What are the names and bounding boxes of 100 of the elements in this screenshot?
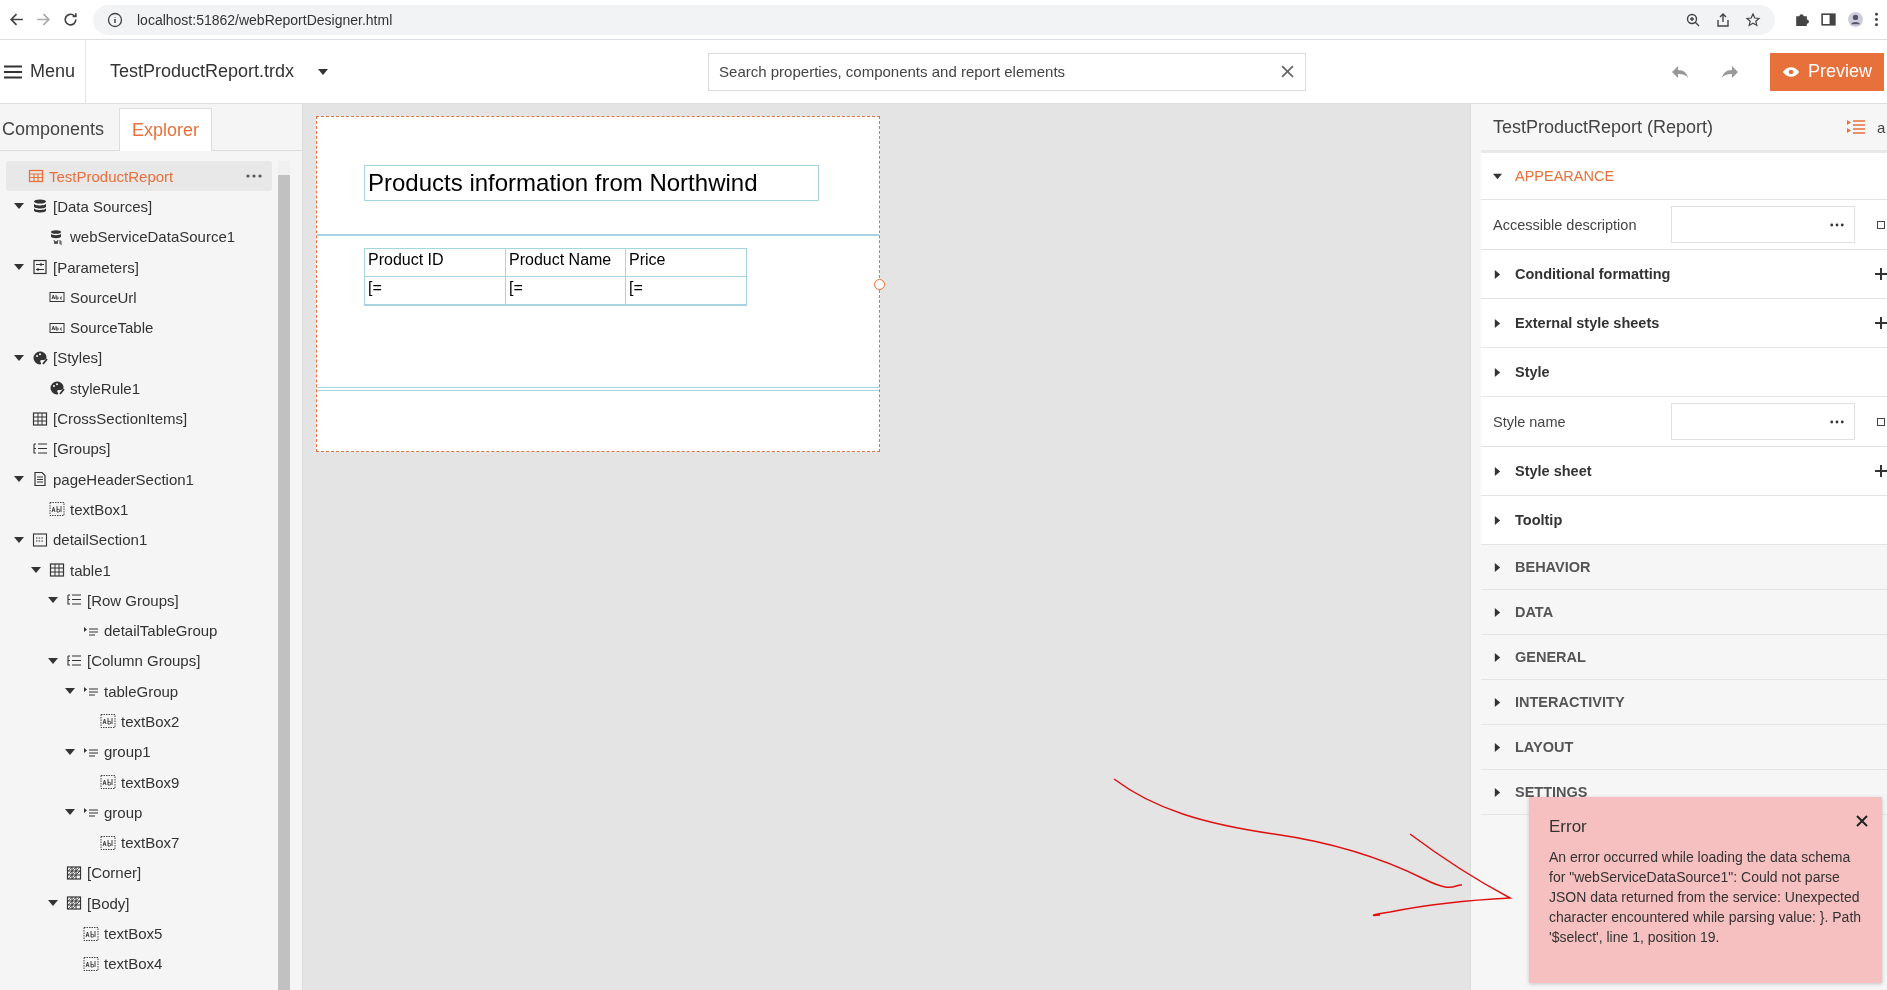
tree-item[interactable]: [Column Groups]	[6, 645, 272, 677]
zoom-icon[interactable]	[1685, 11, 1701, 28]
tree-item[interactable]: SourceUrl	[6, 282, 272, 313]
tree-item[interactable]: webServiceDataSource1	[6, 221, 272, 252]
star-icon[interactable]	[1745, 11, 1761, 28]
expand-arrow-icon[interactable]	[48, 655, 58, 666]
more-icon[interactable]	[1874, 11, 1879, 28]
back-icon[interactable]	[8, 11, 25, 28]
checkbox[interactable]	[1877, 220, 1885, 229]
clear-icon[interactable]	[1281, 64, 1295, 78]
redo-icon[interactable]	[1720, 63, 1740, 80]
share-icon[interactable]	[1715, 11, 1731, 28]
table-cell[interactable]: [=	[506, 277, 626, 305]
expand-arrow-icon[interactable]	[1493, 742, 1502, 752]
group-label: External style sheets	[1515, 315, 1660, 331]
report-title[interactable]: Products information from Northwind	[364, 165, 819, 201]
expand-arrow-icon[interactable]	[1493, 607, 1502, 617]
plus-icon[interactable]	[1875, 268, 1887, 280]
property-group[interactable]: Conditional formatting	[1481, 250, 1887, 299]
table-header-cell[interactable]: Price	[626, 249, 746, 277]
expand-arrow-icon[interactable]	[65, 746, 75, 757]
tree-item[interactable]: textBox1	[6, 494, 272, 525]
expand-arrow-icon[interactable]	[14, 534, 24, 545]
category-label: APPEARANCE	[1515, 168, 1615, 184]
tree-item[interactable]: textBox9	[6, 766, 272, 798]
expand-arrow-icon[interactable]	[1493, 367, 1502, 377]
expand-arrow-icon[interactable]	[1493, 652, 1502, 662]
tree-item[interactable]: [Parameters]	[6, 251, 272, 283]
expand-arrow-icon[interactable]	[1493, 269, 1502, 279]
alphabetical-toggle[interactable]: a	[1877, 118, 1887, 136]
tree-item[interactable]: tableGroup	[6, 676, 272, 707]
sidebar-icon[interactable]	[1820, 11, 1837, 28]
table-header-cell[interactable]: Product Name	[506, 249, 626, 277]
tree-item[interactable]: table1	[6, 554, 272, 586]
expand-arrow-icon[interactable]	[1493, 787, 1502, 797]
tree-item[interactable]: textBox5	[6, 918, 272, 949]
tree-item[interactable]: [Corner]	[6, 857, 272, 889]
property-field[interactable]	[1671, 403, 1855, 440]
property-group[interactable]: External style sheets	[1481, 299, 1887, 348]
section-icon	[32, 531, 48, 548]
group-label: Style	[1515, 364, 1550, 380]
puzzle-icon[interactable]	[1793, 11, 1810, 28]
more-options-icon[interactable]	[246, 174, 262, 179]
expand-arrow-icon[interactable]	[1493, 171, 1502, 181]
property-group[interactable]: Tooltip	[1481, 496, 1887, 545]
close-icon[interactable]	[1856, 815, 1868, 827]
error-message: An error occurred while loading the data schema for "webServiceDataSource1": Could not parse JSON data returned from the service: Unexpected character encountered while parsing value: }. Path '$select', line 1, position 19.	[1549, 848, 1863, 947]
address-bar[interactable]: localhost:51862/webReportDesigner.html	[93, 4, 1775, 35]
tree-item[interactable]: SourceTable	[6, 312, 272, 343]
text-box-icon	[83, 955, 99, 972]
property-field[interactable]	[1671, 206, 1855, 243]
panel-tab[interactable]: Components	[0, 108, 120, 150]
resize-handle[interactable]	[874, 279, 885, 290]
property-group[interactable]: Style sheet	[1481, 447, 1887, 496]
table-cell[interactable]: [=	[365, 277, 506, 305]
plus-icon[interactable]	[1875, 465, 1887, 477]
tree-item[interactable]: [Data Sources]	[6, 191, 272, 222]
categorized-list-icon[interactable]	[1847, 119, 1865, 135]
table-header-cell[interactable]: Product ID	[365, 249, 506, 277]
expand-arrow-icon[interactable]	[1493, 466, 1502, 476]
property-group[interactable]: Style	[1481, 348, 1887, 397]
expand-arrow-icon[interactable]	[1493, 318, 1502, 328]
tree-item[interactable]: [CrossSectionItems]	[6, 403, 272, 434]
ellipsis-icon[interactable]	[1830, 222, 1844, 227]
tree-item[interactable]: detailSection1	[6, 524, 272, 555]
tree-item[interactable]: styleRule1	[6, 373, 272, 404]
list-icon	[66, 652, 82, 669]
category-label: BEHAVIOR	[1515, 559, 1591, 575]
text-box-icon	[49, 501, 65, 518]
tree-item[interactable]: detailTableGroup	[6, 615, 272, 646]
category-label: SETTINGS	[1515, 784, 1588, 800]
expand-arrow-icon[interactable]	[31, 565, 41, 575]
info-icon[interactable]	[107, 11, 123, 28]
tree-item[interactable]: [Groups]	[6, 433, 272, 464]
expand-arrow-icon[interactable]	[1493, 515, 1502, 525]
search-field[interactable]: Search properties, components and report elements	[708, 52, 1307, 91]
database-icon	[32, 198, 48, 215]
text-box-icon	[100, 774, 116, 791]
tree-item[interactable]: textBox4	[6, 948, 272, 979]
tree-item[interactable]: group1	[6, 736, 272, 767]
expand-arrow-icon[interactable]	[14, 352, 24, 363]
expand-arrow-icon[interactable]	[1493, 562, 1502, 572]
dropdown-caret-icon[interactable]	[318, 68, 329, 75]
plus-icon[interactable]	[1875, 317, 1887, 329]
tree-item[interactable]: textBox7	[6, 827, 272, 858]
tree-item[interactable]: textBox2	[6, 706, 272, 737]
tree-item[interactable]: group	[6, 797, 272, 828]
checkbox[interactable]	[1877, 417, 1885, 426]
eye-icon	[1782, 65, 1800, 78]
tree-item[interactable]: [Styles]	[6, 342, 272, 374]
ellipsis-icon[interactable]	[1830, 419, 1844, 424]
tree-item[interactable]: pageHeaderSection1	[6, 463, 272, 495]
reload-icon[interactable]	[62, 11, 79, 28]
expand-arrow-icon[interactable]	[1493, 697, 1502, 707]
error-title: Error	[1549, 817, 1587, 837]
tree-item[interactable]: [Row Groups]	[6, 585, 272, 616]
scrollbar[interactable]	[278, 161, 290, 990]
profile-icon[interactable]	[1847, 11, 1864, 28]
tree-item[interactable]: [Body]	[6, 888, 272, 919]
table-cell[interactable]: [=	[626, 277, 746, 305]
